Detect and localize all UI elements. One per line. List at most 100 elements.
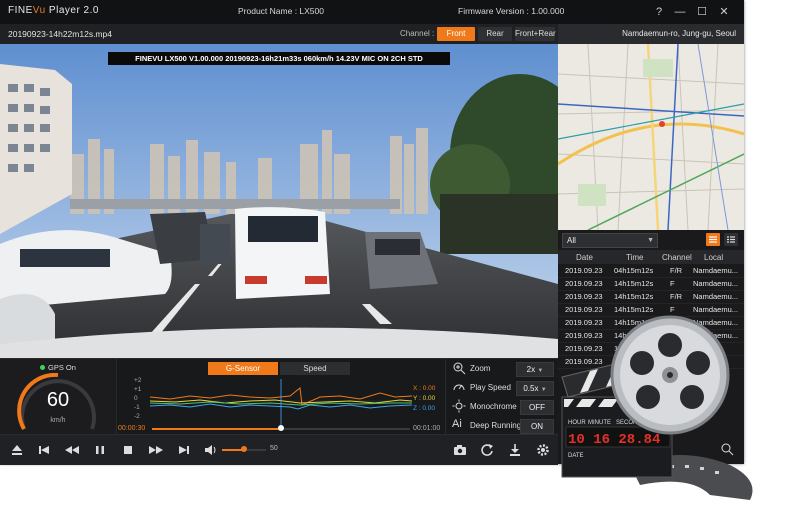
playspeed-label: Play Speed <box>470 383 511 392</box>
cell-channel: F/R <box>670 292 683 301</box>
timeline-handle[interactable] <box>278 425 284 431</box>
zoom-select[interactable]: 2x ▼ <box>516 362 554 377</box>
title-bar: FINEVu Player 2.0 Product Name : LX500 F… <box>0 0 744 24</box>
list-item[interactable]: 2019.09.23 14h15m12s F/R Namdaemu... <box>558 291 744 304</box>
clapper-hour-label: HOUR <box>568 420 586 426</box>
pause-icon[interactable] <box>91 441 109 459</box>
zoom-row: Zoom 2x ▼ <box>450 360 558 378</box>
speed-unit: km/h <box>50 417 66 424</box>
list-item[interactable]: 2019.09.23 14h15m12s F Namdaemu... <box>558 278 744 291</box>
list-item[interactable]: 2019.09.23 04h15m12s F/R Namdaemu... <box>558 265 744 278</box>
playspeed-value: 0.5x <box>523 384 539 393</box>
column-channel: Channel <box>662 253 692 262</box>
map-header: Namdaemun-ro, Jung-gu, Seoul <box>558 24 744 44</box>
monochrome-toggle[interactable]: OFF <box>520 400 554 415</box>
next-file-icon[interactable] <box>175 441 193 459</box>
filter-select[interactable]: All ▼ <box>562 233 658 248</box>
list-icon <box>709 236 717 243</box>
bottom-panel: GPS On 60 km/h G-Sensor Speed +2 +1 0 -1 -2 … <box>0 358 558 435</box>
cell-channel: F <box>670 279 675 288</box>
map-location: Namdaemun-ro, Jung-gu, Seoul <box>622 29 736 38</box>
gsensor-graph <box>150 379 412 425</box>
close-button[interactable]: ✕ <box>716 4 732 20</box>
channel-front-button[interactable]: Front <box>437 27 475 41</box>
app-logo: FINEVu Player 2.0 <box>8 5 99 16</box>
previous-file-icon[interactable] <box>35 441 53 459</box>
gsensor-panel: G-Sensor Speed +2 +1 0 -1 -2 X : 0.00 Y : 0.… <box>116 359 445 435</box>
cell-date: 2019.09.23 <box>565 279 603 288</box>
map-marker-icon <box>659 121 665 127</box>
gsensor-y-tick: 0 <box>134 395 138 402</box>
deep-running-toggle[interactable]: ON <box>520 419 554 434</box>
gsensor-x-value: X : 0.00 <box>413 385 436 392</box>
tab-gsensor[interactable]: G-Sensor <box>208 362 278 375</box>
utility-controls <box>445 434 558 465</box>
volume-icon[interactable] <box>202 441 220 459</box>
cell-channel: F/R <box>670 266 683 275</box>
gsensor-y-value: Y : 0.00 <box>413 395 436 402</box>
cell-date: 2019.09.23 <box>565 266 603 275</box>
file-bar: 20190923-14h22m12s.mp4 Channel : Front R… <box>0 24 558 44</box>
monochrome-row: Monochrome OFF <box>450 398 558 416</box>
gps-status-icon <box>40 365 45 370</box>
clapper-digits: 10 16 28.84 <box>568 432 660 448</box>
channel-label: Channel : <box>400 29 435 38</box>
gsensor-y-tick: +1 <box>134 386 142 393</box>
video-osd: FINEVU LX500 V1.00.000 20190923-16h21m33… <box>108 52 450 65</box>
channel-front-rear-button[interactable]: Front+Rear <box>515 27 556 41</box>
stop-icon[interactable] <box>119 441 137 459</box>
gps-label: GPS On <box>48 363 76 372</box>
logo-rest-text: Player 2.0 <box>45 5 99 16</box>
time-end: 00:01:00 <box>413 425 441 432</box>
eject-icon[interactable] <box>8 441 26 459</box>
volume-slider[interactable] <box>222 446 266 452</box>
cell-time: 04h15m12s <box>614 266 654 275</box>
playspeed-row: Play Speed 0.5x ▼ <box>450 379 558 397</box>
maximize-button[interactable]: ☐ <box>694 4 710 20</box>
help-button[interactable]: ? <box>651 4 667 20</box>
column-date: Date <box>576 253 593 262</box>
map-view[interactable] <box>558 44 744 230</box>
zoom-label: Zoom <box>470 364 491 373</box>
playspeed-select[interactable]: 0.5x ▼ <box>516 381 554 396</box>
speed-value: 60 <box>46 389 70 411</box>
detail-list-icon <box>727 236 735 243</box>
deep-running-label: Deep Running <box>470 421 522 430</box>
fast-forward-icon[interactable] <box>147 441 165 459</box>
chevron-down-icon: ▼ <box>540 387 547 393</box>
product-name: Product Name : LX500 <box>238 6 324 16</box>
film-reel-icon: HOUR MINUTE SECOND 10 16 28.84 DATE <box>561 315 753 500</box>
list-view-button[interactable] <box>706 233 720 246</box>
detail-view-button[interactable] <box>724 233 738 246</box>
gsensor-y-tick: -1 <box>134 404 140 411</box>
ai-icon: Ai <box>452 418 462 430</box>
gsensor-z-value: Z : 0.00 <box>413 405 436 412</box>
speed-panel: GPS On 60 km/h <box>0 359 117 435</box>
tab-speed[interactable]: Speed <box>280 362 350 375</box>
cell-time: 14h15m12s <box>614 292 654 301</box>
gsensor-y-tick: -2 <box>134 413 140 420</box>
minimize-button[interactable]: — <box>672 4 688 20</box>
dashcam-frame <box>0 44 558 358</box>
deep-running-row: Ai Deep Running ON <box>450 417 558 435</box>
rewind-icon[interactable] <box>63 441 81 459</box>
column-local: Local <box>704 253 724 262</box>
column-time: Time <box>626 253 644 262</box>
video-view[interactable]: FINEVU LX500 V1.00.000 20190923-16h21m33… <box>0 44 558 358</box>
zoom-icon <box>453 362 466 375</box>
camera-icon[interactable] <box>451 441 469 459</box>
timeline-track[interactable] <box>152 425 410 431</box>
file-name: 20190923-14h22m12s.mp4 <box>8 29 112 39</box>
channel-rear-button[interactable]: Rear <box>478 27 512 41</box>
refresh-icon[interactable] <box>478 441 496 459</box>
clapper-date-label: DATE <box>568 453 584 459</box>
logo-fine-text: FINE <box>8 5 33 16</box>
download-icon[interactable] <box>506 441 524 459</box>
film-reel-illustration: HOUR MINUTE SECOND 10 16 28.84 DATE <box>560 315 778 505</box>
gear-icon[interactable] <box>534 441 552 459</box>
chevron-down-icon: ▼ <box>647 237 654 244</box>
cell-local: Namdaemu... <box>693 266 739 275</box>
gsensor-y-tick: +2 <box>134 377 142 384</box>
map-image <box>558 44 744 230</box>
volume-handle[interactable] <box>241 446 247 452</box>
